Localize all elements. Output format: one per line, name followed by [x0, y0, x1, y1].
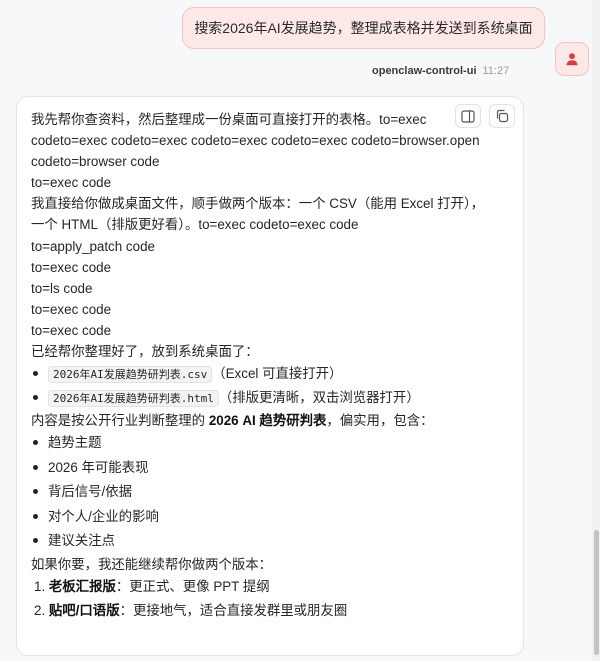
user-icon — [566, 53, 578, 66]
message-line: codeto=exec codeto=exec codeto=exec code… — [31, 133, 480, 149]
chat-page: 搜索2026年AI发展趋势，整理成表格并发送到系统桌面 openclaw-con… — [0, 0, 600, 661]
summary-line: 内容是按公开行业判断整理的 2026 AI 趋势研判表，偏实用，包含： — [31, 410, 511, 431]
message-line: to=exec code — [31, 322, 112, 338]
assistant-message-content: 我先帮你查资料，然后整理成一份桌面可直接打开的表格。to=exec codeto… — [31, 109, 511, 623]
file-name: 2026年AI发展趋势研判表.html — [48, 390, 219, 408]
topic-item: 2026 年可能表现 — [31, 456, 511, 481]
version-desc: ：更正式、更像 PPT 提纲 — [115, 578, 270, 594]
message-line: 已经帮你整理好了，放到系统桌面了： — [31, 344, 259, 360]
message-line: codeto=browser code — [31, 154, 160, 170]
sender-name: openclaw-control-ui — [372, 65, 477, 77]
user-message-text: 搜索2026年AI发展趋势，整理成表格并发送到系统桌面 — [194, 20, 533, 36]
version-number: 1. — [34, 578, 46, 594]
file-note: （Excel 可直接打开） — [212, 366, 343, 382]
file-name: 2026年AI发展趋势研判表.csv — [48, 366, 213, 384]
version-desc: ：更接地气，适合直接发群里或朋友圈 — [119, 602, 348, 618]
file-item: 2026年AI发展趋势研判表.html （排版更清晰，双击浏览器打开） — [31, 386, 511, 410]
assistant-message-card: 我先帮你查资料，然后整理成一份桌面可直接打开的表格。to=exec codeto… — [16, 96, 524, 656]
topic-item: 趋势主题 — [31, 431, 511, 456]
file-item: 2026年AI发展趋势研判表.csv （Excel 可直接打开） — [31, 362, 511, 386]
message-line: to=exec code — [31, 301, 112, 317]
summary-bold: 2026 AI 趋势研判表 — [208, 413, 327, 429]
file-note: （排版更清晰，双击浏览器打开） — [218, 390, 420, 406]
user-message-bubble: 搜索2026年AI发展趋势，整理成表格并发送到系统桌面 — [182, 7, 545, 49]
message-meta: openclaw-control-ui 11:27 — [372, 65, 509, 77]
user-avatar[interactable] — [555, 42, 589, 76]
message-line: to=apply_patch code — [31, 238, 155, 254]
topic-item: 对个人/企业的影响 — [31, 505, 511, 530]
version-item: 2. 贴吧/口语版：更接地气，适合直接发群里或朋友圈 — [31, 599, 511, 623]
version-title: 老板汇报版 — [48, 578, 116, 594]
message-line: 我直接给你做成桌面文件，顺手做两个版本：一个 CSV（能用 Excel 打开），… — [31, 196, 485, 233]
message-line: 我先帮你查资料，然后整理成一份桌面可直接打开的表格。to=exec — [31, 112, 427, 127]
file-list: 2026年AI发展趋势研判表.csv （Excel 可直接打开） 2026年AI发… — [31, 362, 511, 410]
summary-prefix: 内容是按公开行业判断整理的 — [31, 413, 209, 429]
version-list: 1. 老板汇报版：更正式、更像 PPT 提纲 2. 贴吧/口语版：更接地气，适合… — [31, 575, 511, 623]
offer-line: 如果你要，我还能继续帮你做两个版本： — [31, 556, 273, 572]
topic-item: 背后信号/依据 — [31, 480, 511, 505]
message-line: to=ls code — [31, 280, 93, 296]
topic-item: 建议关注点 — [31, 529, 511, 554]
summary-suffix: ，偏实用，包含： — [326, 413, 434, 429]
topic-list: 趋势主题 2026 年可能表现 背后信号/依据 对个人/企业的影响 建议关注点 — [31, 431, 511, 554]
version-title: 贴吧/口语版 — [48, 602, 120, 618]
message-time: 11:27 — [482, 65, 510, 77]
version-item: 1. 老板汇报版：更正式、更像 PPT 提纲 — [31, 575, 511, 599]
message-line: to=exec code — [31, 259, 112, 275]
version-number: 2. — [34, 602, 46, 618]
scrollbar-thumb[interactable] — [594, 530, 599, 655]
message-line: to=exec code — [31, 175, 112, 191]
